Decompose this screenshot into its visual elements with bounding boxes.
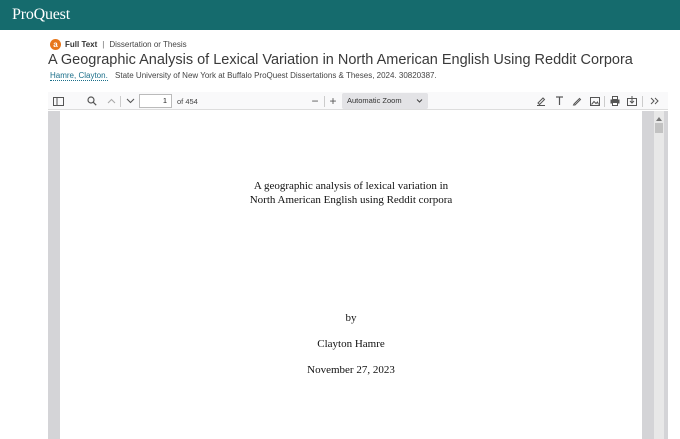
byline: Hamre, Clayton. State University of New … — [50, 71, 437, 81]
source-info: State University of New York at Buffalo … — [115, 71, 437, 80]
zoom-select[interactable]: Automatic Zoom — [342, 93, 428, 109]
header-bar: ProQuest — [0, 0, 680, 30]
toolbar-divider — [642, 96, 643, 107]
pdf-date: November 27, 2023 — [307, 364, 395, 376]
zoom-out-button[interactable]: − — [309, 92, 321, 110]
author-link[interactable]: Hamre, Clayton. — [50, 71, 108, 81]
document-title: A Geographic Analysis of Lexical Variati… — [48, 52, 633, 68]
highlight-icon[interactable] — [534, 92, 548, 110]
draw-icon[interactable] — [570, 92, 584, 110]
full-text-label: Full Text — [65, 39, 98, 49]
pdf-by: by — [345, 312, 357, 324]
zoom-select-value: Automatic Zoom — [347, 96, 402, 105]
pdf-toolbar: 1 of 454 − + Automatic Zoom — [48, 92, 668, 110]
previous-page-icon[interactable] — [104, 92, 118, 110]
image-icon[interactable] — [588, 92, 602, 110]
toolbar-divider — [324, 96, 325, 107]
page-count: of 454 — [177, 97, 198, 106]
sidebar-toggle-icon[interactable] — [50, 92, 66, 110]
page-number-input[interactable]: 1 — [139, 94, 172, 108]
search-icon[interactable] — [84, 92, 100, 110]
next-page-icon[interactable] — [123, 92, 137, 110]
pdf-title-line-1: A geographic analysis of lexical variati… — [253, 180, 449, 192]
document-meta: a Full Text | Dissertation or Thesis — [50, 38, 187, 50]
document-type: Dissertation or Thesis — [109, 39, 187, 49]
proquest-logo[interactable]: ProQuest — [12, 6, 70, 24]
pdf-author: Clayton Hamre — [317, 338, 385, 350]
toolbar-divider — [120, 96, 121, 107]
pdf-page: A geographic analysis of lexical variati… — [60, 111, 642, 439]
save-icon[interactable] — [625, 92, 639, 110]
print-icon[interactable] — [608, 92, 622, 110]
pdf-viewer[interactable]: A geographic analysis of lexical variati… — [48, 111, 668, 439]
zoom-in-button[interactable]: + — [327, 92, 339, 110]
scroll-up-icon[interactable] — [654, 111, 664, 121]
text-tool-icon[interactable] — [552, 92, 566, 110]
scroll-thumb[interactable] — [655, 123, 663, 133]
toolbar-divider — [604, 96, 605, 107]
more-tools-icon[interactable] — [647, 92, 661, 110]
viewer-scrollbar[interactable] — [654, 111, 664, 439]
open-access-icon: a — [50, 38, 61, 50]
meta-separator: | — [102, 39, 105, 49]
pdf-title-line-2: North American English using Reddit corp… — [249, 194, 453, 206]
